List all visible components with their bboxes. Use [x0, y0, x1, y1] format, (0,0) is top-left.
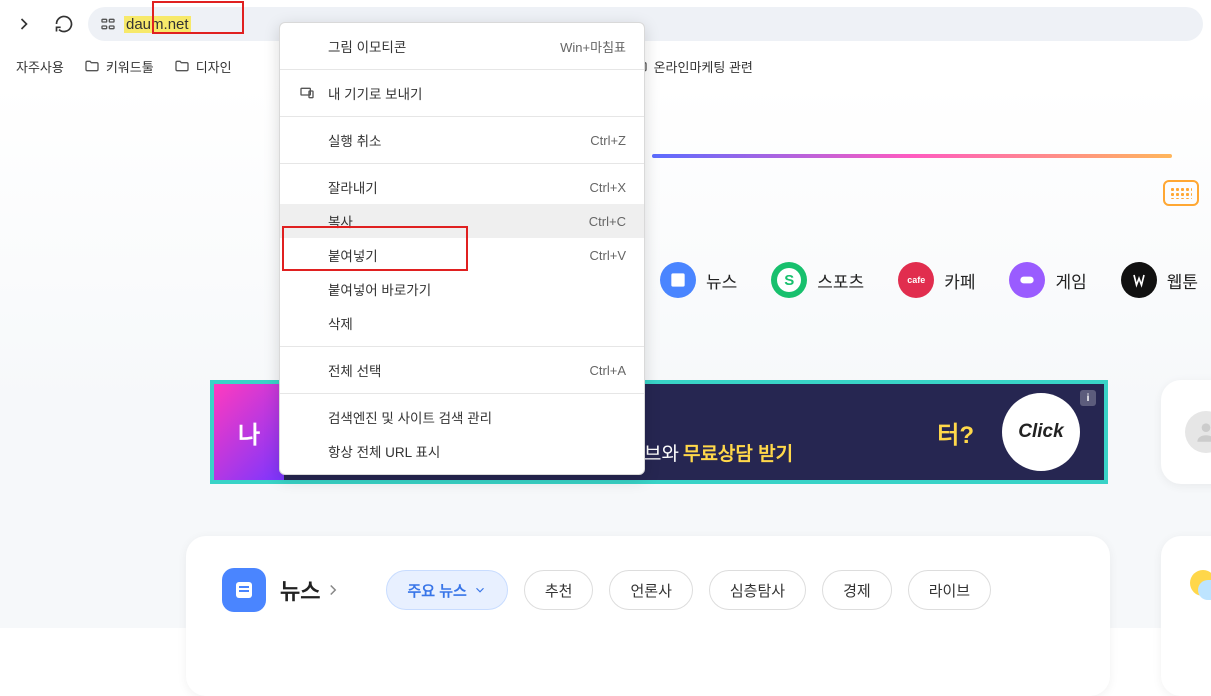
devices-icon [298, 85, 316, 101]
ctx-separator [280, 116, 644, 117]
ctx-paste-go[interactable]: 붙여넣어 바로가기 [280, 272, 644, 306]
news-section: 뉴스 주요 뉴스 추천 언론사 심층탐사 경제 라이브 [186, 536, 1110, 696]
ctx-copy[interactable]: 복사 Ctrl+C [280, 204, 644, 238]
tab-press[interactable]: 언론사 [609, 570, 692, 610]
bookmark-folder-marketing[interactable]: 온라인마케팅 관련 [632, 57, 753, 76]
bookmark-frequent[interactable]: 자주사용 [16, 57, 64, 76]
service-news[interactable]: 뉴스 [660, 262, 737, 298]
search-bar-gradient [652, 154, 1172, 158]
ad-info-icon[interactable]: i [1080, 390, 1096, 406]
site-settings-icon[interactable] [100, 16, 116, 32]
tab-economy[interactable]: 경제 [822, 570, 892, 610]
profile-card[interactable] [1161, 380, 1211, 484]
service-cafe[interactable]: cafe 카페 [898, 262, 975, 298]
reload-button[interactable] [48, 8, 80, 40]
service-game[interactable]: 게임 [1009, 262, 1086, 298]
news-header: 뉴스 주요 뉴스 추천 언론사 심층탐사 경제 라이브 [222, 568, 1074, 612]
webtoon-icon [1121, 262, 1157, 298]
chevron-down-icon [473, 583, 487, 597]
service-webtoon[interactable]: 웹툰 [1121, 262, 1198, 298]
bookmark-folder-keywords[interactable]: 키워드툴 [84, 57, 154, 76]
ctx-emoji[interactable]: 그림 이모티콘 Win+마침표 [280, 29, 644, 63]
game-icon [1009, 262, 1045, 298]
ctx-search-engine-mgmt[interactable]: 검색엔진 및 사이트 검색 관리 [280, 400, 644, 434]
ad-click-button[interactable]: Click [1002, 393, 1080, 471]
weather-icon [1186, 566, 1211, 606]
ctx-separator [280, 346, 644, 347]
news-title[interactable]: 뉴스 [280, 574, 342, 606]
tab-deep[interactable]: 심층탐사 [709, 570, 806, 610]
folder-icon [84, 58, 100, 74]
news-tabs: 주요 뉴스 추천 언론사 심층탐사 경제 라이브 [386, 570, 991, 610]
bookmark-folder-design[interactable]: 디자인 [174, 57, 232, 76]
tab-recommend[interactable]: 추천 [524, 570, 594, 610]
address-bar[interactable]: daum.net [88, 7, 1203, 41]
ctx-send-devices[interactable]: 내 기기로 보내기 [280, 76, 644, 110]
ad-left-segment: 나 [214, 384, 284, 480]
forward-button[interactable] [8, 8, 40, 40]
weather-card[interactable] [1161, 536, 1211, 696]
context-menu: 그림 이모티콘 Win+마침표 내 기기로 보내기 실행 취소 Ctrl+Z 잘… [279, 22, 645, 475]
ctx-undo[interactable]: 실행 취소 Ctrl+Z [280, 123, 644, 157]
address-bar-url[interactable]: daum.net [124, 16, 191, 33]
ad-subtext: 브와 무료상담 받기 [644, 439, 793, 466]
news-section-icon [222, 568, 266, 612]
service-sports[interactable]: S 스포츠 [771, 262, 864, 298]
ctx-always-full-url[interactable]: 항상 전체 URL 표시 [280, 434, 644, 468]
cafe-icon: cafe [898, 262, 934, 298]
ctx-paste[interactable]: 붙여넣기 Ctrl+V [280, 238, 644, 272]
ctx-separator [280, 163, 644, 164]
folder-icon [174, 58, 190, 74]
ctx-separator [280, 69, 644, 70]
ctx-separator [280, 393, 644, 394]
sports-icon: S [771, 262, 807, 298]
ctx-cut[interactable]: 잘라내기 Ctrl+X [280, 170, 644, 204]
keyboard-icon[interactable] [1163, 180, 1199, 206]
ctx-delete[interactable]: 삭제 [280, 306, 644, 340]
ctx-select-all[interactable]: 전체 선택 Ctrl+A [280, 353, 644, 387]
chevron-right-icon [324, 581, 342, 599]
avatar-icon [1185, 411, 1211, 453]
tab-main-news[interactable]: 주요 뉴스 [386, 570, 507, 610]
service-shortcuts: 뉴스 S 스포츠 cafe 카페 게임 웹툰 [660, 262, 1198, 298]
tab-live[interactable]: 라이브 [908, 570, 991, 610]
news-icon [660, 262, 696, 298]
